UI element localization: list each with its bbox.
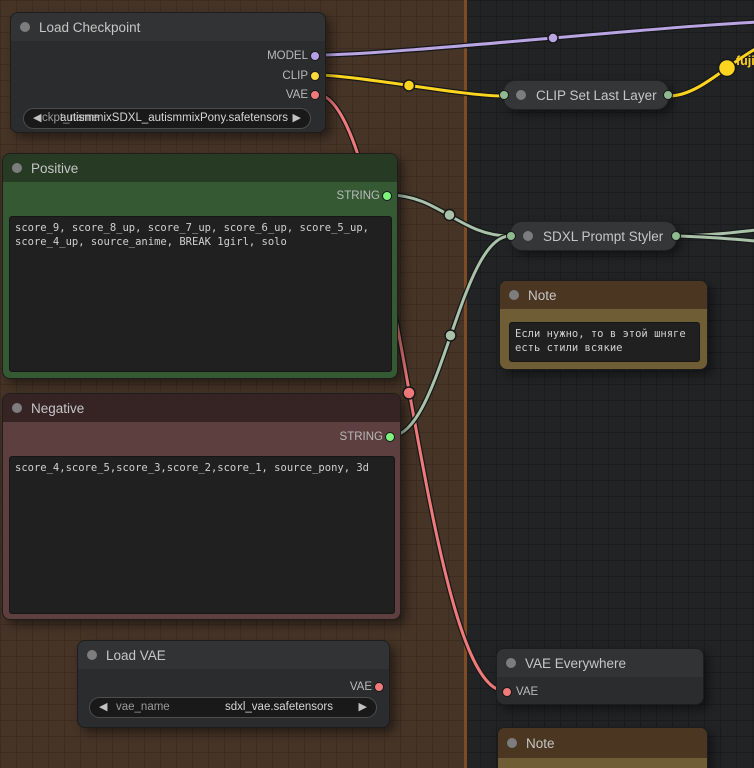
node-load-vae[interactable]: Load VAE VAE ◀ vae_name sdxl_vae.safeten… xyxy=(77,640,390,728)
collapse-dot[interactable] xyxy=(12,403,22,413)
collapsed-input-dot[interactable] xyxy=(506,231,516,241)
collapse-dot[interactable] xyxy=(87,650,97,660)
node-title: Note xyxy=(526,736,555,751)
collapse-dot[interactable] xyxy=(20,22,30,32)
positive-prompt-textarea[interactable]: score_9, score_8_up, score_7_up, score_6… xyxy=(9,216,392,372)
vae-link-dot[interactable] xyxy=(403,387,415,399)
node-vae-everywhere[interactable]: VAE Everywhere VAE xyxy=(496,648,704,705)
output-slot-model: MODEL xyxy=(11,47,325,65)
output-slot-vae: VAE xyxy=(11,86,325,104)
slot-label: VAE xyxy=(350,681,372,693)
clip-link-dot[interactable] xyxy=(404,80,415,91)
clip-link-2-outline xyxy=(669,40,754,96)
negative-titlebar[interactable]: Negative xyxy=(3,394,400,422)
combo-next-arrow[interactable]: ▶ xyxy=(293,111,301,124)
collapse-dot[interactable] xyxy=(12,163,22,173)
ckpt-name-combo[interactable]: ◀ ckpt_name autismmixSDXL_autismmixPony.… xyxy=(23,108,311,129)
slot-label: STRING xyxy=(340,431,383,443)
collapse-dot[interactable] xyxy=(523,231,533,241)
combo-label: vae_name xyxy=(116,701,170,713)
negative-prompt-textarea[interactable]: score_4,score_5,score_3,score_2,score_1,… xyxy=(9,456,395,614)
node-title: SDXL Prompt Styler xyxy=(543,229,663,244)
node-clip-set-last-layer[interactable]: CLIP Set Last Layer xyxy=(503,80,669,110)
clip-output-dot[interactable] xyxy=(310,71,320,81)
combo-prev-arrow[interactable]: ◀ xyxy=(33,111,41,124)
string-output-dot[interactable] xyxy=(385,432,395,442)
node-title: Negative xyxy=(31,401,84,416)
node-title: CLIP Set Last Layer xyxy=(536,88,657,103)
output-slot-string: STRING xyxy=(3,187,397,205)
slot-label: MODEL xyxy=(267,50,308,62)
collapse-dot[interactable] xyxy=(516,90,526,100)
node-title: Note xyxy=(528,288,557,303)
node-note-top[interactable]: Note Если нужно, то в этой шняге есть ст… xyxy=(499,280,708,370)
node-negative[interactable]: Negative STRING score_4,score_5,score_3,… xyxy=(2,393,401,620)
slot-label: VAE xyxy=(286,89,308,101)
collapsed-output-dot[interactable] xyxy=(671,231,681,241)
positive-titlebar[interactable]: Positive xyxy=(3,154,397,182)
node-positive[interactable]: Positive STRING score_9, score_8_up, sco… xyxy=(2,153,398,379)
output-slot-vae: VAE xyxy=(78,678,389,696)
collapsed-output-dot[interactable] xyxy=(663,90,673,100)
load-vae-titlebar[interactable]: Load VAE xyxy=(78,641,389,669)
collapse-dot[interactable] xyxy=(509,290,519,300)
note-titlebar[interactable]: Note xyxy=(500,281,707,309)
note-textarea[interactable]: Если нужно, то в этой шняге есть стили в… xyxy=(509,322,700,362)
output-slot-string: STRING xyxy=(3,428,400,446)
model-output-dot[interactable] xyxy=(310,51,320,61)
note-titlebar[interactable]: Note xyxy=(498,728,707,758)
combo-value: autismmixSDXL_autismmixPony.safetensors xyxy=(60,112,288,124)
node-note-bottom[interactable]: Note xyxy=(497,727,708,768)
slot-label: VAE xyxy=(516,686,538,698)
vae-output-dot[interactable] xyxy=(374,682,384,692)
vae-name-combo[interactable]: ◀ vae_name sdxl_vae.safetensors ▶ xyxy=(89,697,377,718)
slot-label: CLIP xyxy=(282,70,308,82)
collapsed-input-dot[interactable] xyxy=(499,90,509,100)
clip-link-2 xyxy=(669,40,754,96)
combo-value: sdxl_vae.safetensors xyxy=(225,701,333,713)
output-slot-clip: CLIP xyxy=(11,67,325,85)
node-title: Load Checkpoint xyxy=(39,20,140,35)
collapse-dot[interactable] xyxy=(506,658,516,668)
slot-label: STRING xyxy=(337,190,380,202)
node-title: Positive xyxy=(31,161,78,176)
string-output-dot[interactable] xyxy=(382,191,392,201)
collapse-dot[interactable] xyxy=(507,738,517,748)
node-title: VAE Everywhere xyxy=(525,656,626,671)
string-link-dot-neg[interactable] xyxy=(445,330,456,341)
vae-everywhere-titlebar[interactable]: VAE Everywhere xyxy=(497,649,703,677)
load-checkpoint-titlebar[interactable]: Load Checkpoint xyxy=(11,13,325,41)
node-load-checkpoint[interactable]: Load Checkpoint MODEL CLIP VAE ◀ ckpt_na… xyxy=(10,12,326,133)
clip-link-dot-large[interactable] xyxy=(719,60,736,77)
combo-prev-arrow[interactable]: ◀ xyxy=(99,700,107,713)
node-graph-canvas[interactable]: fujin Load Checkpoint MODEL CLIP VAE ◀ c… xyxy=(0,0,754,768)
vae-input-dot[interactable] xyxy=(502,687,512,697)
combo-next-arrow[interactable]: ▶ xyxy=(359,700,367,713)
input-slot-vae: VAE xyxy=(497,683,703,701)
node-title: Load VAE xyxy=(106,648,166,663)
wire-label: fujin xyxy=(736,54,754,68)
model-link-dot[interactable] xyxy=(548,33,558,43)
node-sdxl-prompt-styler[interactable]: SDXL Prompt Styler xyxy=(510,221,677,251)
string-link-dot-pos[interactable] xyxy=(444,210,455,221)
vae-output-dot[interactable] xyxy=(310,90,320,100)
